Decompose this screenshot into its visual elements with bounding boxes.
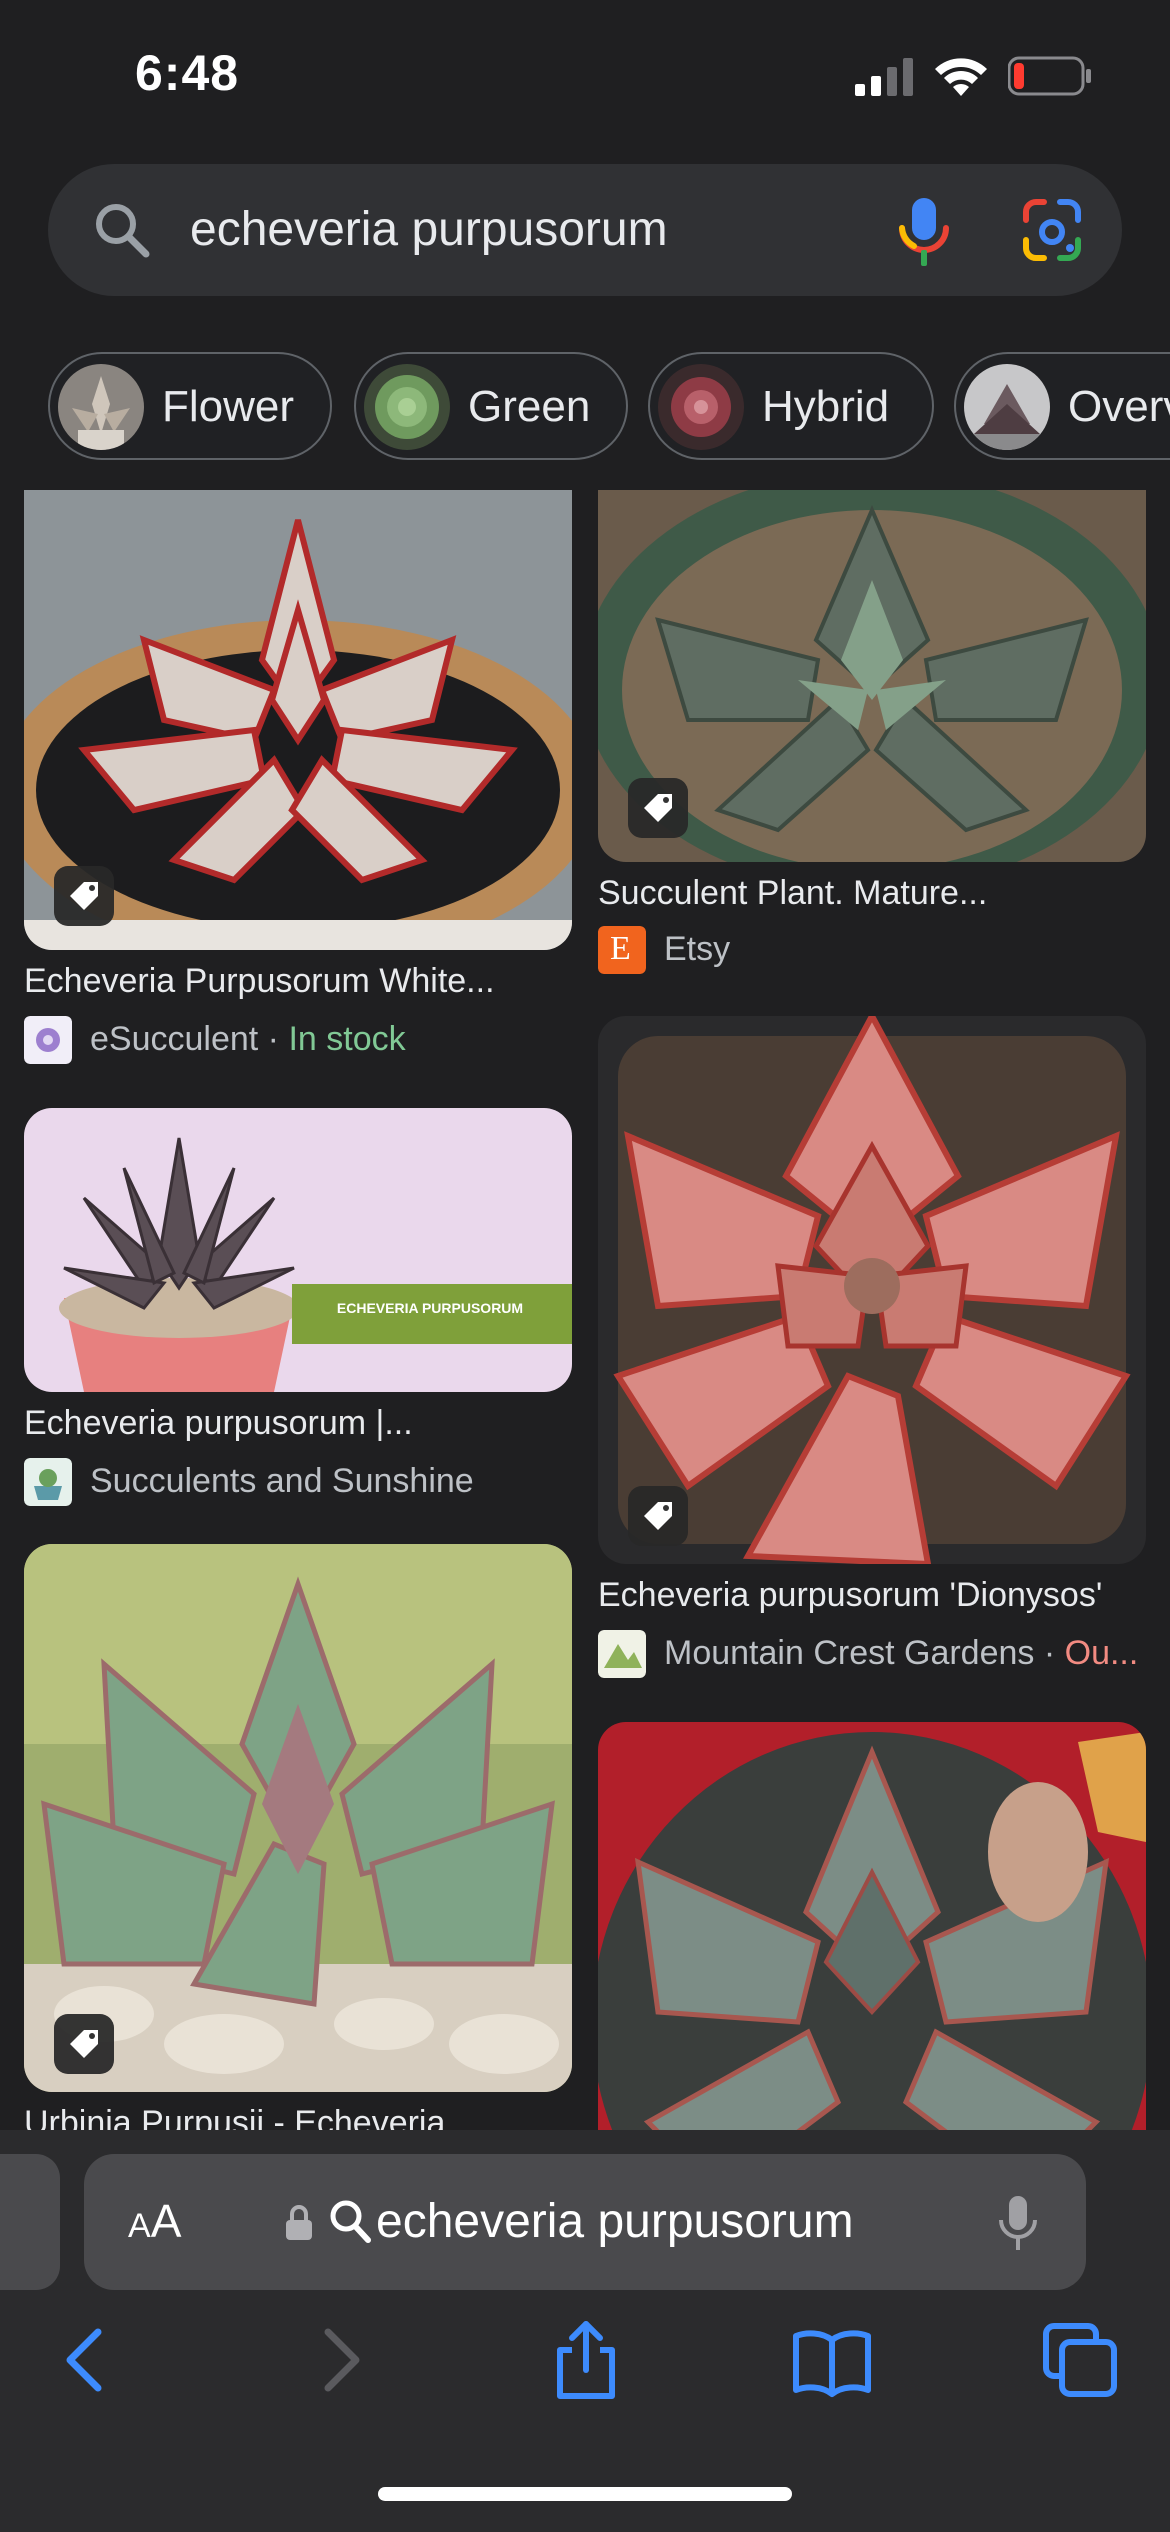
result-image[interactable]: ECHEVERIA PURPUSORUM: [24, 1108, 572, 1392]
chip-green[interactable]: Green: [354, 352, 628, 460]
esucculent-favicon: [24, 1016, 72, 1064]
signal-icon: [855, 58, 913, 96]
source-separator: ·: [1034, 1634, 1065, 1672]
lock-icon: [286, 2205, 312, 2240]
chip-hybrid-thumbnail: [658, 364, 744, 450]
result-source: Succulents and Sunshine: [24, 1458, 572, 1508]
battery-low-icon: [1008, 56, 1091, 96]
chip-flower[interactable]: Flower: [48, 352, 332, 460]
chip-green-thumbnail: [364, 364, 450, 450]
google-lens-icon[interactable]: [1020, 198, 1084, 262]
filter-chips: Flower Green Hybrid Over: [48, 352, 1170, 462]
result-title[interactable]: Urbinia Purpusii - Echeveria...: [24, 2104, 572, 2130]
result-source-name: Mountain Crest Gardens: [664, 1634, 1035, 1672]
previous-tab-edge[interactable]: [0, 2154, 60, 2290]
result-card[interactable]: ECHEVERIA PURPUSORUM Echeveria purpusoru…: [24, 1108, 572, 1508]
wifi-icon: [935, 58, 987, 96]
search-icon: [96, 204, 150, 258]
result-image[interactable]: [24, 490, 572, 950]
chip-flower-thumbnail: [58, 364, 144, 450]
stock-status: Ou...: [1064, 1634, 1139, 1672]
chip-label: Flower: [162, 382, 295, 431]
status-time: 6:48: [135, 45, 240, 101]
result-source-name: eSucculent: [90, 1020, 259, 1058]
status-bar: 6:48: [0, 0, 1170, 150]
search-icon: [330, 2200, 371, 2243]
succulents-and-sunshine-favicon: [24, 1458, 72, 1506]
result-image[interactable]: [598, 1722, 1146, 2130]
etsy-favicon-letter: E: [610, 930, 631, 967]
forward-icon[interactable]: [298, 2320, 378, 2400]
result-card[interactable]: [598, 1722, 1146, 2130]
stock-status: In stock: [288, 1020, 406, 1058]
image-results-grid: Echeveria Purpusorum White... eSucculent…: [0, 490, 1170, 2130]
banner-text: ECHEVERIA PURPUSORUM: [336, 1300, 524, 1316]
home-indicator[interactable]: [378, 2487, 792, 2501]
result-title[interactable]: Succulent Plant. Mature...: [598, 874, 1146, 913]
chip-label: Overv: [1068, 382, 1170, 431]
address-bar[interactable]: AA echeveria purpusorum: [84, 2154, 1086, 2290]
result-source: E Etsy: [598, 926, 1146, 976]
dictation-mic-icon[interactable]: [998, 2194, 1038, 2254]
result-image[interactable]: [24, 1544, 572, 2092]
shopping-tag-icon: [628, 1486, 688, 1546]
search-query-text[interactable]: echeveria purpusorum: [190, 202, 668, 257]
search-bar[interactable]: echeveria purpusorum: [48, 164, 1122, 296]
bookmarks-icon[interactable]: [792, 2320, 872, 2400]
result-source-name: Succulents and Sunshine: [90, 1462, 474, 1500]
page-settings-button[interactable]: AA: [128, 2194, 181, 2248]
result-title[interactable]: Echeveria Purpusorum White...: [24, 962, 572, 1001]
share-icon[interactable]: [546, 2320, 626, 2400]
result-card[interactable]: Urbinia Purpusii - Echeveria...: [24, 1544, 572, 2130]
mountain-crest-gardens-favicon: [598, 1630, 646, 1678]
address-bar-text[interactable]: echeveria purpusorum: [376, 2194, 854, 2249]
chip-label: Hybrid: [762, 382, 890, 431]
result-card[interactable]: Echeveria purpusorum 'Dionysos' Mountain…: [598, 1016, 1146, 1678]
result-source: Mountain Crest Gardens · Ou...: [598, 1630, 1146, 1680]
voice-search-mic-icon[interactable]: [894, 196, 954, 268]
result-image[interactable]: [598, 490, 1146, 862]
result-card[interactable]: Echeveria Purpusorum White... eSucculent…: [24, 490, 572, 1064]
chip-overview[interactable]: Overv: [954, 352, 1170, 460]
chip-label: Green: [468, 382, 591, 431]
result-image[interactable]: [598, 1016, 1146, 1564]
source-separator: ·: [258, 1020, 289, 1058]
chip-hybrid[interactable]: Hybrid: [648, 352, 934, 460]
result-source-name: Etsy: [664, 930, 731, 968]
shopping-tag-icon: [628, 778, 688, 838]
shopping-tag-icon: [54, 866, 114, 926]
shopping-tag-icon: [54, 2014, 114, 2074]
result-title[interactable]: Echeveria purpusorum |...: [24, 1404, 572, 1443]
back-icon[interactable]: [48, 2320, 128, 2400]
tabs-icon[interactable]: [1040, 2320, 1120, 2400]
chip-overview-thumbnail: [964, 364, 1050, 450]
result-title[interactable]: Echeveria purpusorum 'Dionysos': [598, 1576, 1146, 1615]
result-card[interactable]: Succulent Plant. Mature... E Etsy: [598, 490, 1146, 974]
result-source: eSucculent · In stock: [24, 1016, 572, 1066]
